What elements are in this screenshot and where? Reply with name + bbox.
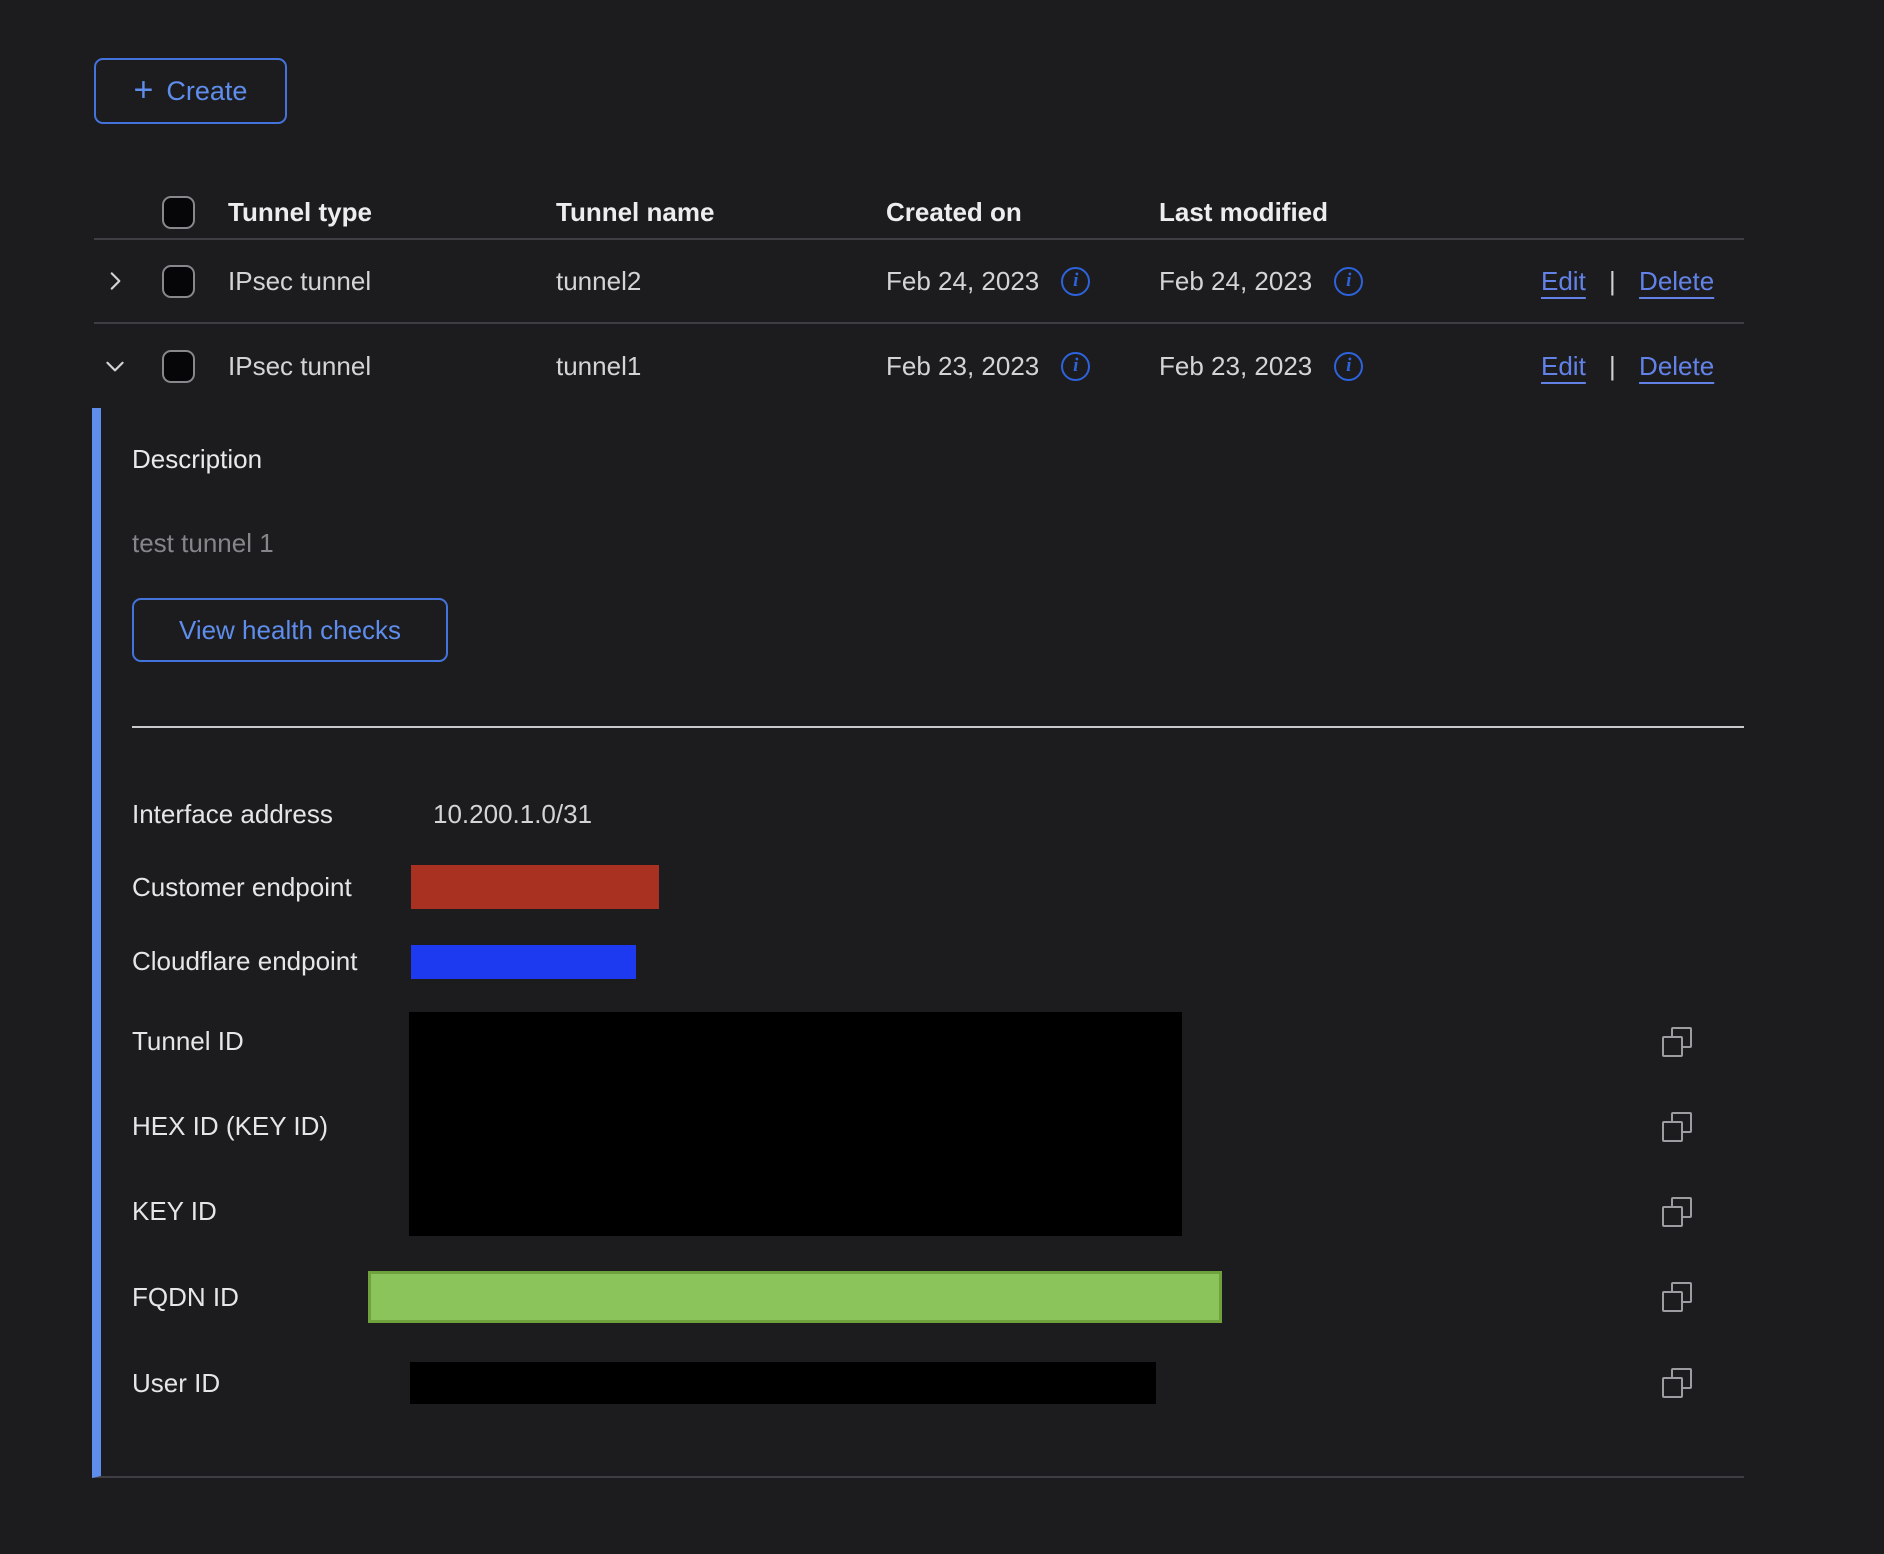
table-row: IPsec tunnel tunnel1 Feb 23, 2023 i Feb …: [94, 324, 1744, 408]
hex-id-label: HEX ID (KEY ID): [132, 1111, 410, 1142]
copy-icon[interactable]: [1662, 1112, 1692, 1142]
delete-link[interactable]: Delete: [1639, 351, 1714, 381]
last-modified-value: Feb 24, 2023: [1159, 266, 1312, 297]
created-on-value: Feb 23, 2023: [886, 351, 1039, 382]
customer-endpoint-redacted-value: [411, 865, 659, 909]
copy-icon[interactable]: [1662, 1368, 1692, 1398]
select-all-checkbox[interactable]: [162, 196, 195, 229]
action-separator: |: [1609, 266, 1616, 296]
last-modified-value: Feb 23, 2023: [1159, 351, 1312, 382]
fqdn-id-redacted-value: [368, 1271, 1222, 1323]
edit-link[interactable]: Edit: [1541, 266, 1586, 296]
tunnel-type-value: IPsec tunnel: [228, 266, 556, 297]
copy-icon[interactable]: [1662, 1282, 1692, 1312]
interface-address-label: Interface address: [132, 799, 410, 830]
description-value: test tunnel 1: [132, 528, 1744, 558]
info-glyph: i: [1073, 270, 1078, 292]
row-checkbox[interactable]: [162, 265, 195, 298]
info-icon[interactable]: i: [1334, 267, 1363, 296]
column-header-tunnel-type: Tunnel type: [228, 197, 556, 228]
tunnel-fields: Interface address 10.200.1.0/31 Customer…: [132, 778, 1744, 1426]
info-icon[interactable]: i: [1334, 352, 1363, 381]
field-row-fqdn-id: FQDN ID: [132, 1254, 1744, 1340]
delete-link[interactable]: Delete: [1639, 266, 1714, 296]
tunnel-details-panel: Description test tunnel 1 View health ch…: [92, 408, 1744, 1478]
tunnels-table: Tunnel type Tunnel name Created on Last …: [94, 186, 1744, 1478]
tunnel-name-value: tunnel2: [556, 266, 886, 297]
column-header-last-modified: Last modified: [1159, 197, 1541, 228]
table-row: IPsec tunnel tunnel2 Feb 24, 2023 i Feb …: [94, 240, 1744, 324]
field-row-cloudflare-endpoint: Cloudflare endpoint: [132, 924, 1744, 999]
action-separator: |: [1609, 351, 1616, 381]
user-id-label: User ID: [132, 1368, 410, 1399]
plus-icon: +: [134, 73, 154, 107]
row-checkbox[interactable]: [162, 350, 195, 383]
info-icon[interactable]: i: [1061, 352, 1090, 381]
customer-endpoint-label: Customer endpoint: [132, 872, 410, 903]
divider: [132, 726, 1744, 728]
create-button-label: Create: [166, 76, 247, 107]
column-header-created-on: Created on: [886, 197, 1159, 228]
info-glyph: i: [1073, 355, 1078, 377]
info-icon[interactable]: i: [1061, 267, 1090, 296]
create-button[interactable]: + Create: [94, 58, 287, 124]
tunnel-name-value: tunnel1: [556, 351, 886, 382]
tunnel-id-label: Tunnel ID: [132, 1026, 410, 1057]
tunnels-page: + Create Tunnel type Tunnel name Created…: [0, 0, 1884, 1554]
column-header-tunnel-name: Tunnel name: [556, 197, 886, 228]
chevron-right-icon[interactable]: [102, 268, 128, 294]
tunnel-ids-redacted-block: [409, 1012, 1182, 1236]
description-label: Description: [132, 444, 1744, 474]
copy-icon[interactable]: [1662, 1197, 1692, 1227]
field-row-user-id: User ID: [132, 1340, 1744, 1426]
table-header-row: Tunnel type Tunnel name Created on Last …: [94, 186, 1744, 240]
user-id-redacted-value: [410, 1362, 1156, 1404]
cloudflare-endpoint-redacted-value: [411, 945, 636, 979]
field-row-interface-address: Interface address 10.200.1.0/31: [132, 778, 1744, 850]
info-glyph: i: [1346, 270, 1351, 292]
edit-link[interactable]: Edit: [1541, 351, 1586, 381]
info-glyph: i: [1346, 355, 1351, 377]
interface-address-value: 10.200.1.0/31: [410, 799, 1650, 830]
tunnel-type-value: IPsec tunnel: [228, 351, 556, 382]
field-row-customer-endpoint: Customer endpoint: [132, 850, 1744, 924]
view-health-checks-button[interactable]: View health checks: [132, 598, 448, 662]
created-on-value: Feb 24, 2023: [886, 266, 1039, 297]
chevron-down-icon[interactable]: [102, 353, 128, 379]
cloudflare-endpoint-label: Cloudflare endpoint: [132, 946, 410, 977]
copy-icon[interactable]: [1662, 1027, 1692, 1057]
tunnel-ids-group: Tunnel ID HEX ID (KEY ID) KEY ID: [132, 999, 1744, 1254]
key-id-label: KEY ID: [132, 1196, 410, 1227]
